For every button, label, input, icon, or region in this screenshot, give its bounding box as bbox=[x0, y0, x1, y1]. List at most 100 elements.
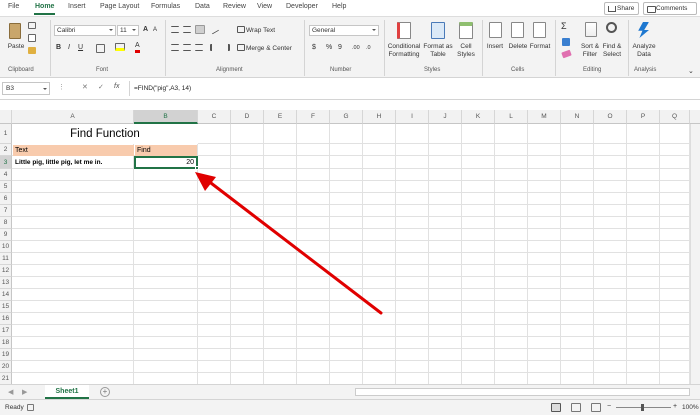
clipboard-group-label: Clipboard bbox=[8, 67, 34, 73]
merge-center-icon[interactable] bbox=[237, 44, 245, 51]
currency-button[interactable]: $ bbox=[312, 44, 316, 51]
enter-icon[interactable]: ✓ bbox=[98, 83, 104, 91]
next-sheet-icon[interactable]: ▶ bbox=[22, 388, 27, 396]
align-middle-icon[interactable] bbox=[183, 26, 191, 33]
arrow-shaft bbox=[205, 178, 383, 315]
increase-decimal-button[interactable]: .00 bbox=[352, 45, 360, 51]
italic-icon[interactable]: I bbox=[68, 44, 70, 51]
sort-filter-icon bbox=[585, 22, 597, 37]
tab-review[interactable]: Review bbox=[223, 3, 246, 10]
status-ready: Ready bbox=[5, 404, 24, 411]
format-as-table-button[interactable]: Format as Table bbox=[423, 43, 453, 58]
cut-icon[interactable] bbox=[28, 22, 36, 29]
collapse-ribbon-icon[interactable]: ⌄ bbox=[688, 67, 694, 75]
fill-color-icon[interactable] bbox=[115, 43, 125, 51]
tab-developer[interactable]: Developer bbox=[286, 3, 318, 10]
cancel-icon[interactable]: ✕ bbox=[82, 83, 88, 91]
cell-styles-icon bbox=[459, 22, 473, 39]
normal-view-icon[interactable] bbox=[551, 403, 561, 412]
insert-cells-icon bbox=[489, 22, 502, 38]
bold-icon[interactable]: B bbox=[56, 44, 61, 51]
cell-styles-button[interactable]: Cell Styles bbox=[453, 43, 479, 58]
conditional-formatting-button[interactable]: Conditional Formatting bbox=[385, 43, 423, 58]
font-name-value: Calibri bbox=[57, 27, 76, 34]
analyze-data-button[interactable]: Analyze Data bbox=[631, 43, 657, 58]
group-divider bbox=[555, 20, 556, 76]
decrease-font-icon[interactable]: A bbox=[153, 27, 157, 33]
zoom-out-icon[interactable]: − bbox=[607, 403, 611, 410]
formula-input[interactable]: =FIND("pig",A3, 14) bbox=[129, 81, 696, 96]
number-group-label: Number bbox=[330, 67, 352, 73]
insert-function-icon[interactable]: fx bbox=[114, 83, 119, 90]
zoom-in-icon[interactable]: + bbox=[673, 403, 677, 410]
tab-data[interactable]: Data bbox=[195, 3, 210, 10]
format-painter-icon[interactable] bbox=[28, 47, 36, 54]
fill-icon[interactable] bbox=[562, 38, 570, 46]
insert-button[interactable]: Insert bbox=[484, 43, 506, 51]
tab-page-layout[interactable]: Page Layout bbox=[100, 3, 139, 10]
page-layout-view-icon[interactable] bbox=[571, 403, 581, 412]
ribbon: Paste Clipboard Calibri 11 A A B I U A F… bbox=[0, 16, 700, 78]
comments-button[interactable]: Comments bbox=[643, 2, 697, 15]
zoom-level[interactable]: 100% bbox=[682, 404, 699, 411]
align-bottom-icon[interactable] bbox=[195, 25, 205, 34]
decrease-indent-icon[interactable] bbox=[210, 44, 218, 51]
comma-button[interactable]: 9 bbox=[338, 44, 342, 51]
cells-group-label: Cells bbox=[511, 67, 525, 73]
autosum-icon[interactable]: Σ bbox=[561, 21, 567, 31]
tab-formulas[interactable]: Formulas bbox=[151, 3, 180, 10]
font-size-value: 11 bbox=[120, 27, 127, 34]
tab-help[interactable]: Help bbox=[332, 3, 346, 10]
font-name-select[interactable]: Calibri bbox=[54, 25, 116, 36]
group-divider bbox=[482, 20, 483, 76]
prev-sheet-icon[interactable]: ◀ bbox=[8, 388, 13, 396]
format-cells-icon bbox=[533, 22, 546, 38]
percent-button[interactable]: % bbox=[326, 44, 332, 51]
tab-file[interactable]: File bbox=[8, 3, 19, 10]
orientation-icon[interactable] bbox=[208, 24, 220, 35]
increase-font-icon[interactable]: A bbox=[143, 26, 148, 33]
merge-center-button[interactable]: Merge & Center bbox=[246, 45, 292, 53]
alignment-group-label: Alignment bbox=[216, 67, 243, 73]
increase-indent-icon[interactable] bbox=[222, 44, 230, 51]
sheet-tab-bar: ◀ ▶ Sheet1 + bbox=[0, 384, 700, 399]
zoom-slider-thumb[interactable] bbox=[641, 404, 644, 411]
find-select-button[interactable]: Find & Select bbox=[599, 43, 625, 58]
sheet-tab-sheet1[interactable]: Sheet1 bbox=[45, 385, 89, 399]
copy-icon[interactable] bbox=[28, 34, 36, 42]
font-size-select[interactable]: 11 bbox=[117, 25, 139, 36]
wrap-text-icon[interactable] bbox=[237, 26, 245, 33]
underline-icon[interactable]: U bbox=[78, 44, 83, 51]
name-box[interactable]: B3 bbox=[2, 82, 50, 95]
decrease-decimal-button[interactable]: .0 bbox=[366, 45, 371, 51]
wrap-text-button[interactable]: Wrap Text bbox=[246, 27, 275, 35]
tab-insert[interactable]: Insert bbox=[68, 3, 86, 10]
worksheet-grid[interactable]: A B C D E F G H I J K L M N O P Q 123456… bbox=[0, 110, 700, 384]
arrow-head bbox=[195, 172, 216, 191]
number-format-value: General bbox=[312, 27, 336, 34]
font-group-label: Font bbox=[96, 67, 109, 73]
borders-icon[interactable] bbox=[96, 44, 105, 53]
align-top-icon[interactable] bbox=[171, 26, 179, 33]
horizontal-scrollbar[interactable] bbox=[355, 388, 690, 396]
font-color-icon[interactable]: A bbox=[135, 42, 140, 53]
format-button[interactable]: Format bbox=[528, 43, 552, 51]
paste-button[interactable]: Paste bbox=[5, 43, 27, 51]
add-sheet-button[interactable]: + bbox=[100, 387, 110, 397]
page-break-view-icon[interactable] bbox=[591, 403, 601, 412]
styles-group-label: Styles bbox=[424, 67, 441, 73]
tab-view[interactable]: View bbox=[257, 3, 272, 10]
delete-button[interactable]: Delete bbox=[506, 43, 530, 51]
vertical-scrollbar[interactable] bbox=[690, 124, 700, 384]
tab-home[interactable]: Home bbox=[33, 3, 56, 15]
macro-record-icon[interactable] bbox=[27, 404, 34, 411]
group-divider bbox=[50, 20, 51, 76]
number-format-select[interactable]: General bbox=[309, 25, 379, 36]
align-center-icon[interactable] bbox=[183, 44, 191, 51]
clear-icon[interactable] bbox=[561, 49, 572, 59]
share-button[interactable]: Share bbox=[604, 2, 639, 15]
align-right-icon[interactable] bbox=[195, 44, 203, 51]
group-divider bbox=[304, 20, 305, 76]
align-left-icon[interactable] bbox=[171, 44, 179, 51]
format-as-table-icon bbox=[431, 22, 445, 39]
